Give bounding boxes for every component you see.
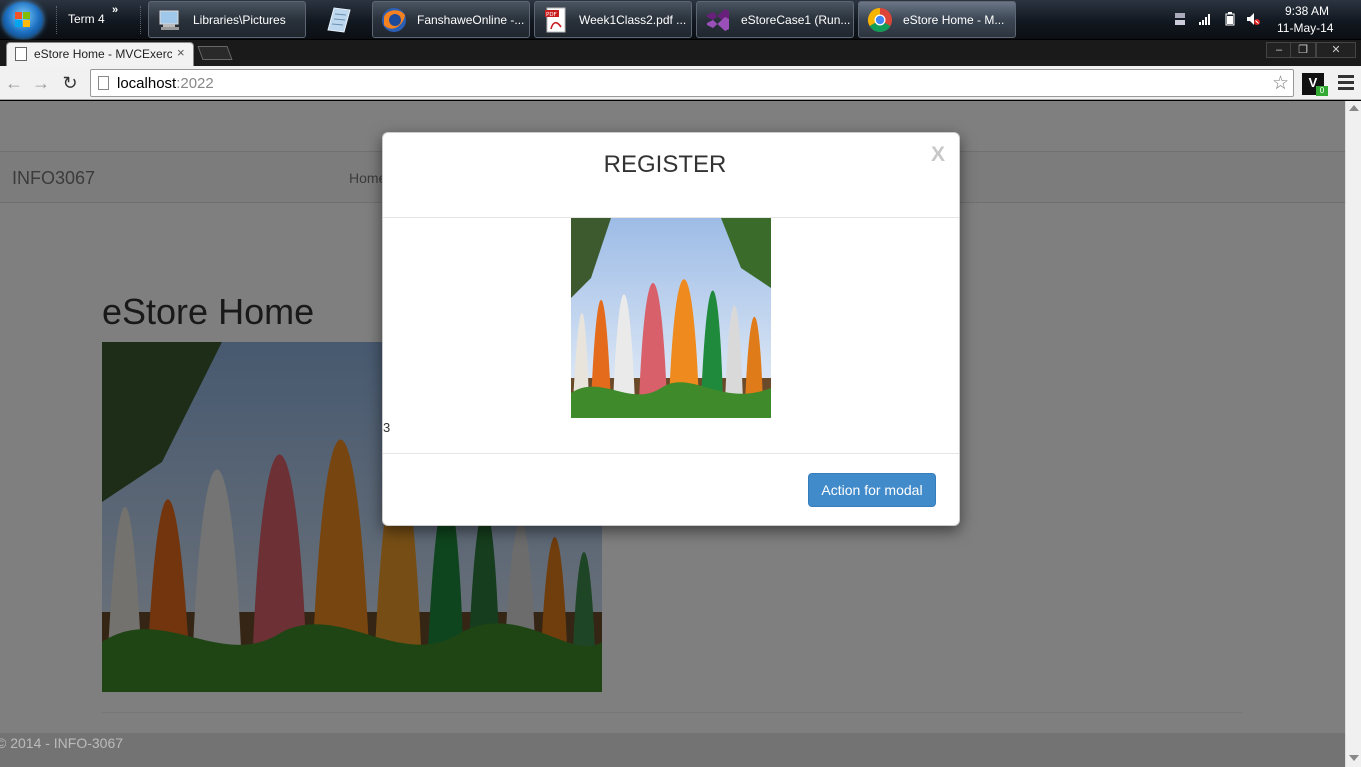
modal-footer: Action for modal — [383, 453, 959, 525]
modal-close-button[interactable]: X — [931, 143, 945, 167]
clock-date[interactable]: 11-May-14 — [1277, 21, 1333, 35]
page-viewport: INFO3067 Home eStore Home — [0, 101, 1345, 767]
toolbar-term-label[interactable]: Term 4 — [68, 12, 105, 26]
url-port: :2022 — [176, 75, 214, 92]
clock-time[interactable]: 9:38 AM — [1285, 4, 1329, 18]
taskbar-button-label: Week1Class2.pdf ... — [579, 13, 687, 27]
register-modal: REGISTER X 3 Action for modal — [382, 132, 960, 526]
back-arrow-icon[interactable]: ← — [3, 72, 25, 94]
new-tab-button[interactable] — [197, 46, 233, 60]
page-scrollbar[interactable] — [1345, 101, 1361, 767]
browser-tab-active[interactable]: eStore Home - MVCExerci × — [6, 42, 194, 66]
footer-bar — [0, 733, 1345, 767]
page-favicon-icon — [15, 47, 27, 61]
chrome-menu-icon[interactable] — [1338, 75, 1354, 91]
action-for-modal-button[interactable]: Action for modal — [808, 473, 936, 507]
tab-title: eStore Home - MVCExerci — [34, 47, 172, 61]
url-host: localhost — [117, 75, 177, 92]
taskbar-button-label: eStore Home - M... — [903, 13, 1005, 27]
browser-tab-strip: eStore Home - MVCExerci × – ❐ ✕ — [0, 40, 1361, 66]
notepad-app-button[interactable] — [320, 2, 356, 38]
pdf-icon: PDF — [545, 7, 566, 33]
taskbar-button-estorecase1[interactable]: eStoreCase1 (Run... — [696, 1, 854, 38]
taskbar-button-label: Libraries\Pictures — [193, 13, 286, 27]
taskbar-button-estore-home-chrome[interactable]: eStore Home - M... — [858, 1, 1016, 38]
footer-copyright: © 2014 - INFO-3067 — [0, 735, 124, 751]
wifi-signal-icon[interactable] — [1198, 12, 1212, 26]
taskbar-separator — [56, 6, 58, 34]
taskbar-button-label: FanshaweOnline -... — [417, 13, 525, 27]
extension-badge: 0 — [1316, 86, 1328, 96]
window-close-button[interactable]: ✕ — [1316, 42, 1356, 58]
address-bar[interactable]: localhost:2022 ☆ — [90, 69, 1294, 97]
modal-header: REGISTER X — [383, 133, 959, 218]
scroll-up-arrow-icon[interactable] — [1349, 105, 1359, 111]
address-url[interactable]: localhost:2022 — [117, 75, 214, 92]
taskbar-button-libraries-pictures[interactable]: Libraries\Pictures — [148, 1, 306, 38]
bookmark-star-icon[interactable]: ☆ — [1272, 72, 1289, 95]
modal-title: REGISTER — [603, 151, 727, 178]
modal-item-count: 3 — [383, 420, 391, 435]
modal-surfboards-photo — [571, 218, 771, 418]
windows-taskbar: Term 4 » Libraries\Pictures FanshaweOnli… — [0, 0, 1361, 40]
scroll-down-arrow-icon[interactable] — [1349, 755, 1359, 761]
window-restore-button[interactable]: ❐ — [1290, 42, 1316, 58]
forward-arrow-icon[interactable]: → — [30, 72, 52, 94]
battery-icon[interactable] — [1223, 12, 1237, 26]
taskbar-button-fanshawe-online[interactable]: FanshaweOnline -... — [372, 1, 530, 38]
network-share-icon[interactable] — [1173, 12, 1187, 26]
tab-close-icon[interactable]: × — [177, 45, 185, 60]
reload-icon[interactable]: ↻ — [59, 72, 81, 94]
start-button[interactable] — [3, 2, 43, 38]
window-minimize-button[interactable]: – — [1266, 42, 1292, 58]
toolbar-overflow-chevron[interactable]: » — [112, 4, 118, 16]
volume-muted-icon[interactable] — [1246, 12, 1260, 26]
notepad-icon — [327, 7, 351, 33]
computer-icon — [159, 10, 179, 30]
chrome-icon — [867, 7, 892, 33]
windows-logo-icon — [15, 12, 31, 28]
taskbar-button-week1class2-pdf[interactable]: PDF Week1Class2.pdf ... — [534, 1, 692, 38]
visual-studio-icon — [707, 9, 729, 31]
taskbar-button-label: eStoreCase1 (Run... — [741, 13, 851, 27]
taskbar-separator — [140, 6, 142, 34]
svg-text:PDF: PDF — [546, 12, 557, 18]
firefox-icon — [382, 8, 406, 32]
browser-toolbar: ← → ↻ localhost:2022 ☆ V 0 — [0, 66, 1361, 100]
page-icon — [98, 76, 109, 90]
